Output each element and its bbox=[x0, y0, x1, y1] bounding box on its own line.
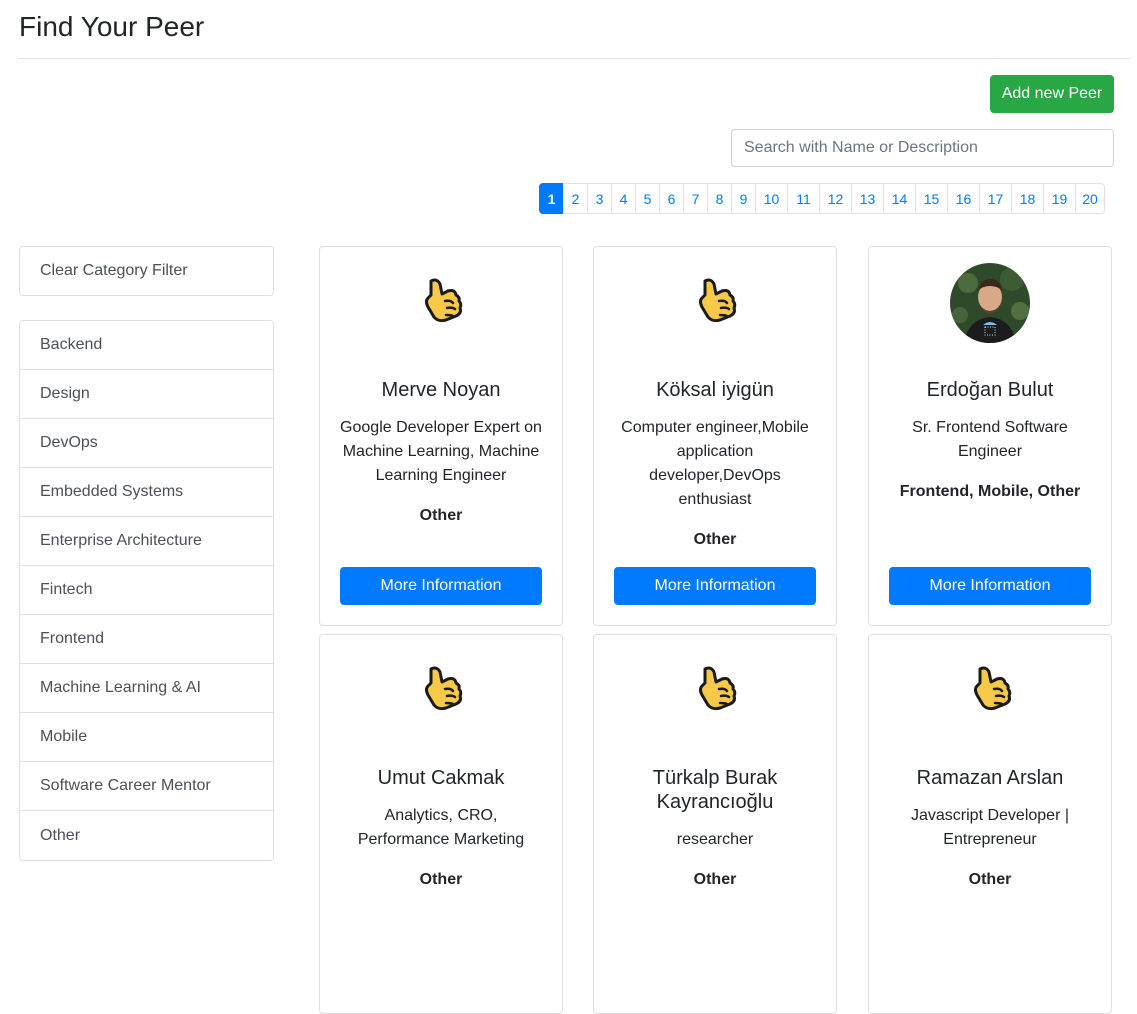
category-item-mobile[interactable]: Mobile bbox=[20, 713, 273, 762]
page-link-18[interactable]: 18 bbox=[1011, 183, 1044, 214]
call-me-hand-icon bbox=[950, 651, 1030, 731]
call-me-hand-icon bbox=[675, 263, 755, 343]
page-link-20[interactable]: 20 bbox=[1075, 183, 1105, 214]
peer-card: Ramazan Arslan Javascript Developer | En… bbox=[868, 634, 1112, 1014]
peer-description: researcher bbox=[676, 831, 754, 848]
peer-categories: Other bbox=[968, 871, 1012, 888]
category-item-software-career-mentor[interactable]: Software Career Mentor bbox=[20, 762, 273, 811]
page-link-13[interactable]: 13 bbox=[851, 183, 884, 214]
peer-description: Sr. Frontend Software Engineer bbox=[912, 419, 1068, 460]
peer-card: Umut Cakmak Analytics, CRO, Performance … bbox=[319, 634, 563, 1014]
category-item-other[interactable]: Other bbox=[20, 811, 273, 860]
clear-category-filter-button[interactable]: Clear Category Filter bbox=[19, 246, 274, 296]
page-link-5[interactable]: 5 bbox=[635, 183, 660, 214]
peer-name: Erdoğan Bulut bbox=[926, 379, 1054, 401]
peer-card: Köksal iyigün Computer engineer,Mobile a… bbox=[593, 246, 837, 626]
category-item-devops[interactable]: DevOps bbox=[20, 419, 273, 468]
peer-categories: Other bbox=[693, 871, 737, 888]
page-link-7[interactable]: 7 bbox=[683, 183, 708, 214]
peer-name: Köksal iyigün bbox=[656, 379, 774, 401]
page-link-9[interactable]: 9 bbox=[731, 183, 756, 214]
page-link-2[interactable]: 2 bbox=[563, 183, 588, 214]
page-link-10[interactable]: 10 bbox=[755, 183, 788, 214]
page-link-3[interactable]: 3 bbox=[587, 183, 612, 214]
more-information-button[interactable]: More Information bbox=[889, 567, 1091, 605]
peer-categories: Frontend, Mobile, Other bbox=[899, 483, 1081, 500]
category-item-machine-learning-ai[interactable]: Machine Learning & AI bbox=[20, 664, 273, 713]
category-list: Backend Design DevOps Embedded Systems E… bbox=[19, 320, 274, 861]
search-input[interactable] bbox=[731, 129, 1114, 167]
category-item-backend[interactable]: Backend bbox=[20, 321, 273, 370]
peer-name: Ramazan Arslan bbox=[916, 767, 1064, 789]
peer-name: Umut Cakmak bbox=[377, 767, 505, 789]
peer-categories: Other bbox=[693, 531, 737, 548]
peer-categories: Other bbox=[419, 507, 463, 524]
call-me-hand-icon bbox=[675, 651, 755, 731]
peer-card: Erdoğan Bulut Sr. Frontend Software Engi… bbox=[868, 246, 1112, 626]
add-new-peer-button[interactable]: Add new Peer bbox=[990, 75, 1114, 113]
page-link-16[interactable]: 16 bbox=[947, 183, 980, 214]
peer-description: Computer engineer,Mobile application dev… bbox=[621, 419, 809, 508]
page-link-4[interactable]: 4 bbox=[611, 183, 636, 214]
page-title: Find Your Peer bbox=[19, 11, 205, 42]
peer-description: Javascript Developer | Entrepreneur bbox=[911, 807, 1069, 848]
title-divider bbox=[18, 58, 1130, 59]
category-item-frontend[interactable]: Frontend bbox=[20, 615, 273, 664]
page-link-19[interactable]: 19 bbox=[1043, 183, 1076, 214]
category-item-design[interactable]: Design bbox=[20, 370, 273, 419]
category-item-embedded-systems[interactable]: Embedded Systems bbox=[20, 468, 273, 517]
category-item-fintech[interactable]: Fintech bbox=[20, 566, 273, 615]
profile-photo bbox=[950, 263, 1030, 343]
page-link-17[interactable]: 17 bbox=[979, 183, 1012, 214]
page-link-6[interactable]: 6 bbox=[659, 183, 684, 214]
peer-card: Türkalp Burak Kayrancıoğlu researcher Ot… bbox=[593, 634, 837, 1014]
page-link-1[interactable]: 1 bbox=[539, 183, 564, 214]
page-link-14[interactable]: 14 bbox=[883, 183, 916, 214]
peer-description: Google Developer Expert on Machine Learn… bbox=[340, 419, 542, 484]
peer-name: Merve Noyan bbox=[381, 379, 501, 401]
page-link-8[interactable]: 8 bbox=[707, 183, 732, 214]
peer-description: Analytics, CRO, Performance Marketing bbox=[357, 807, 525, 848]
call-me-hand-icon bbox=[401, 651, 481, 731]
page-link-12[interactable]: 12 bbox=[819, 183, 852, 214]
peer-name: Türkalp Burak Kayrancıoğlu bbox=[652, 767, 778, 813]
page-link-15[interactable]: 15 bbox=[915, 183, 948, 214]
pagination: 1 2 3 4 5 6 7 8 9 10 11 12 13 14 15 16 1… bbox=[539, 183, 1105, 214]
more-information-button[interactable]: More Information bbox=[614, 567, 816, 605]
category-item-enterprise-architecture[interactable]: Enterprise Architecture bbox=[20, 517, 273, 566]
peer-card: Merve Noyan Google Developer Expert on M… bbox=[319, 246, 563, 626]
more-information-button[interactable]: More Information bbox=[340, 567, 542, 605]
peer-categories: Other bbox=[419, 871, 463, 888]
page-link-11[interactable]: 11 bbox=[787, 183, 820, 214]
call-me-hand-icon bbox=[401, 263, 481, 343]
